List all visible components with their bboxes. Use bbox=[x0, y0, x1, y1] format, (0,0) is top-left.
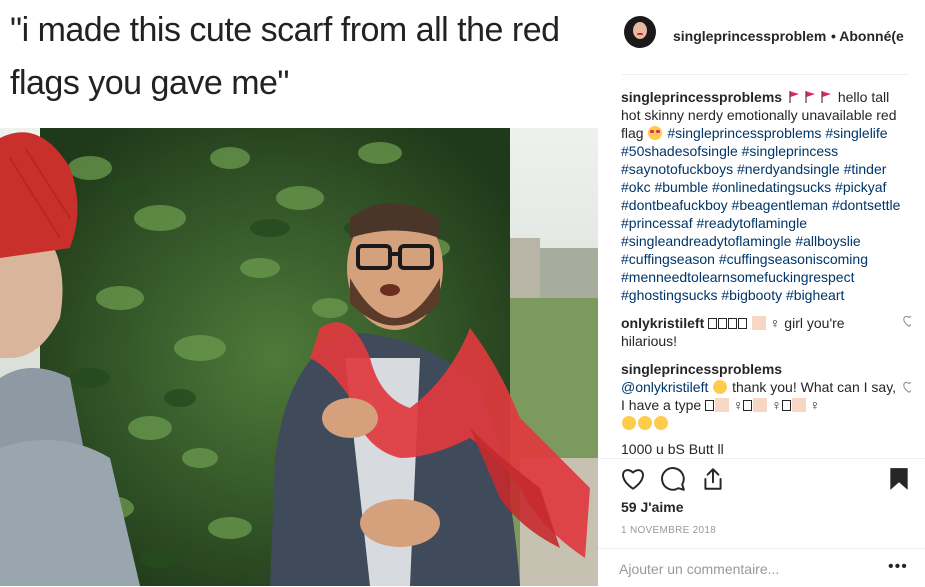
post-date[interactable]: 1 NOVEMBRE 2018 bbox=[621, 525, 716, 536]
add-comment-bar: ••• bbox=[598, 548, 925, 587]
comment-suffix: ♀ bbox=[771, 397, 782, 413]
comment-suffix: ♀ bbox=[732, 397, 744, 413]
meme-photo bbox=[0, 128, 598, 586]
more-options-icon[interactable]: ••• bbox=[888, 558, 908, 576]
missing-glyph-icon bbox=[738, 318, 748, 329]
comments-list[interactable]: singleprincessproblems hello tall hot sk… bbox=[621, 88, 911, 456]
laughing-emoji-icon bbox=[654, 416, 668, 430]
red-flag-icon bbox=[821, 91, 831, 103]
red-flag-icon bbox=[789, 91, 799, 103]
heart-outline-icon[interactable] bbox=[620, 466, 646, 492]
meme-caption-line2: flags you gave me" bbox=[10, 64, 290, 102]
laughing-emoji-icon bbox=[638, 416, 652, 430]
skin-tone-icon bbox=[791, 398, 806, 412]
share-arrow-icon[interactable] bbox=[700, 466, 726, 492]
skin-tone-icon bbox=[753, 398, 768, 412]
bookmark-filled-icon[interactable] bbox=[886, 466, 912, 492]
comment-username[interactable]: onlykristileft bbox=[621, 315, 704, 331]
missing-glyph-icon bbox=[705, 400, 715, 411]
post-header: singleprincessproblem • Abonné(e bbox=[598, 0, 925, 74]
caption-username[interactable]: singleprincessproblems bbox=[621, 89, 782, 105]
avatar[interactable] bbox=[624, 16, 656, 48]
avatar-face bbox=[633, 22, 647, 39]
partial-comment: 1000 u bS Butt ll bbox=[621, 441, 724, 456]
grin-emoji-icon bbox=[713, 380, 728, 394]
missing-glyph-icon bbox=[718, 318, 728, 329]
post-side-panel: singleprincessproblem • Abonné(e singlep… bbox=[598, 0, 925, 586]
follow-status[interactable]: • Abonné(e bbox=[831, 28, 925, 44]
action-bar bbox=[598, 458, 925, 499]
caption-comment: singleprincessproblems hello tall hot sk… bbox=[621, 88, 911, 304]
comment-item: singleprincessproblems @onlykristileft t… bbox=[621, 360, 911, 432]
red-flag-icon bbox=[805, 91, 815, 103]
caption-hashtags[interactable]: #singleprincessproblems #singlelife #50s… bbox=[621, 125, 900, 303]
heart-eyes-emoji-icon bbox=[648, 126, 663, 140]
laughing-emoji-icon bbox=[622, 416, 636, 430]
header-divider bbox=[622, 74, 909, 75]
meme-caption: "i made this cute scarf from all the red… bbox=[10, 4, 595, 110]
comment-username[interactable]: singleprincessproblems bbox=[621, 361, 782, 377]
skin-tone-icon bbox=[715, 398, 730, 412]
add-comment-input[interactable] bbox=[619, 558, 874, 580]
missing-glyph-icon bbox=[781, 400, 791, 411]
missing-glyph-icon bbox=[743, 400, 753, 411]
likes-count[interactable]: 59 J'aime bbox=[621, 499, 684, 515]
comment-bubble-icon[interactable] bbox=[660, 466, 686, 492]
post-image[interactable]: "i made this cute scarf from all the red… bbox=[0, 0, 598, 586]
missing-glyph-icon bbox=[728, 318, 738, 329]
skin-tone-icon bbox=[752, 316, 767, 330]
comment-mention[interactable]: @onlykristileft bbox=[621, 379, 708, 395]
comment-suffix: ♀ bbox=[809, 397, 821, 413]
avatar-lips bbox=[637, 33, 643, 35]
meme-photo-illustration bbox=[0, 128, 598, 586]
meme-caption-line1: "i made this cute scarf from all the red bbox=[10, 11, 560, 49]
comment-like-heart-icon[interactable] bbox=[902, 380, 911, 394]
comment-item: onlykristileft ♀ girl you're hilarious! bbox=[621, 314, 911, 350]
comment-like-heart-icon[interactable] bbox=[902, 314, 911, 328]
header-username[interactable]: singleprincessproblem bbox=[673, 28, 826, 44]
missing-glyph-icon bbox=[708, 318, 718, 329]
